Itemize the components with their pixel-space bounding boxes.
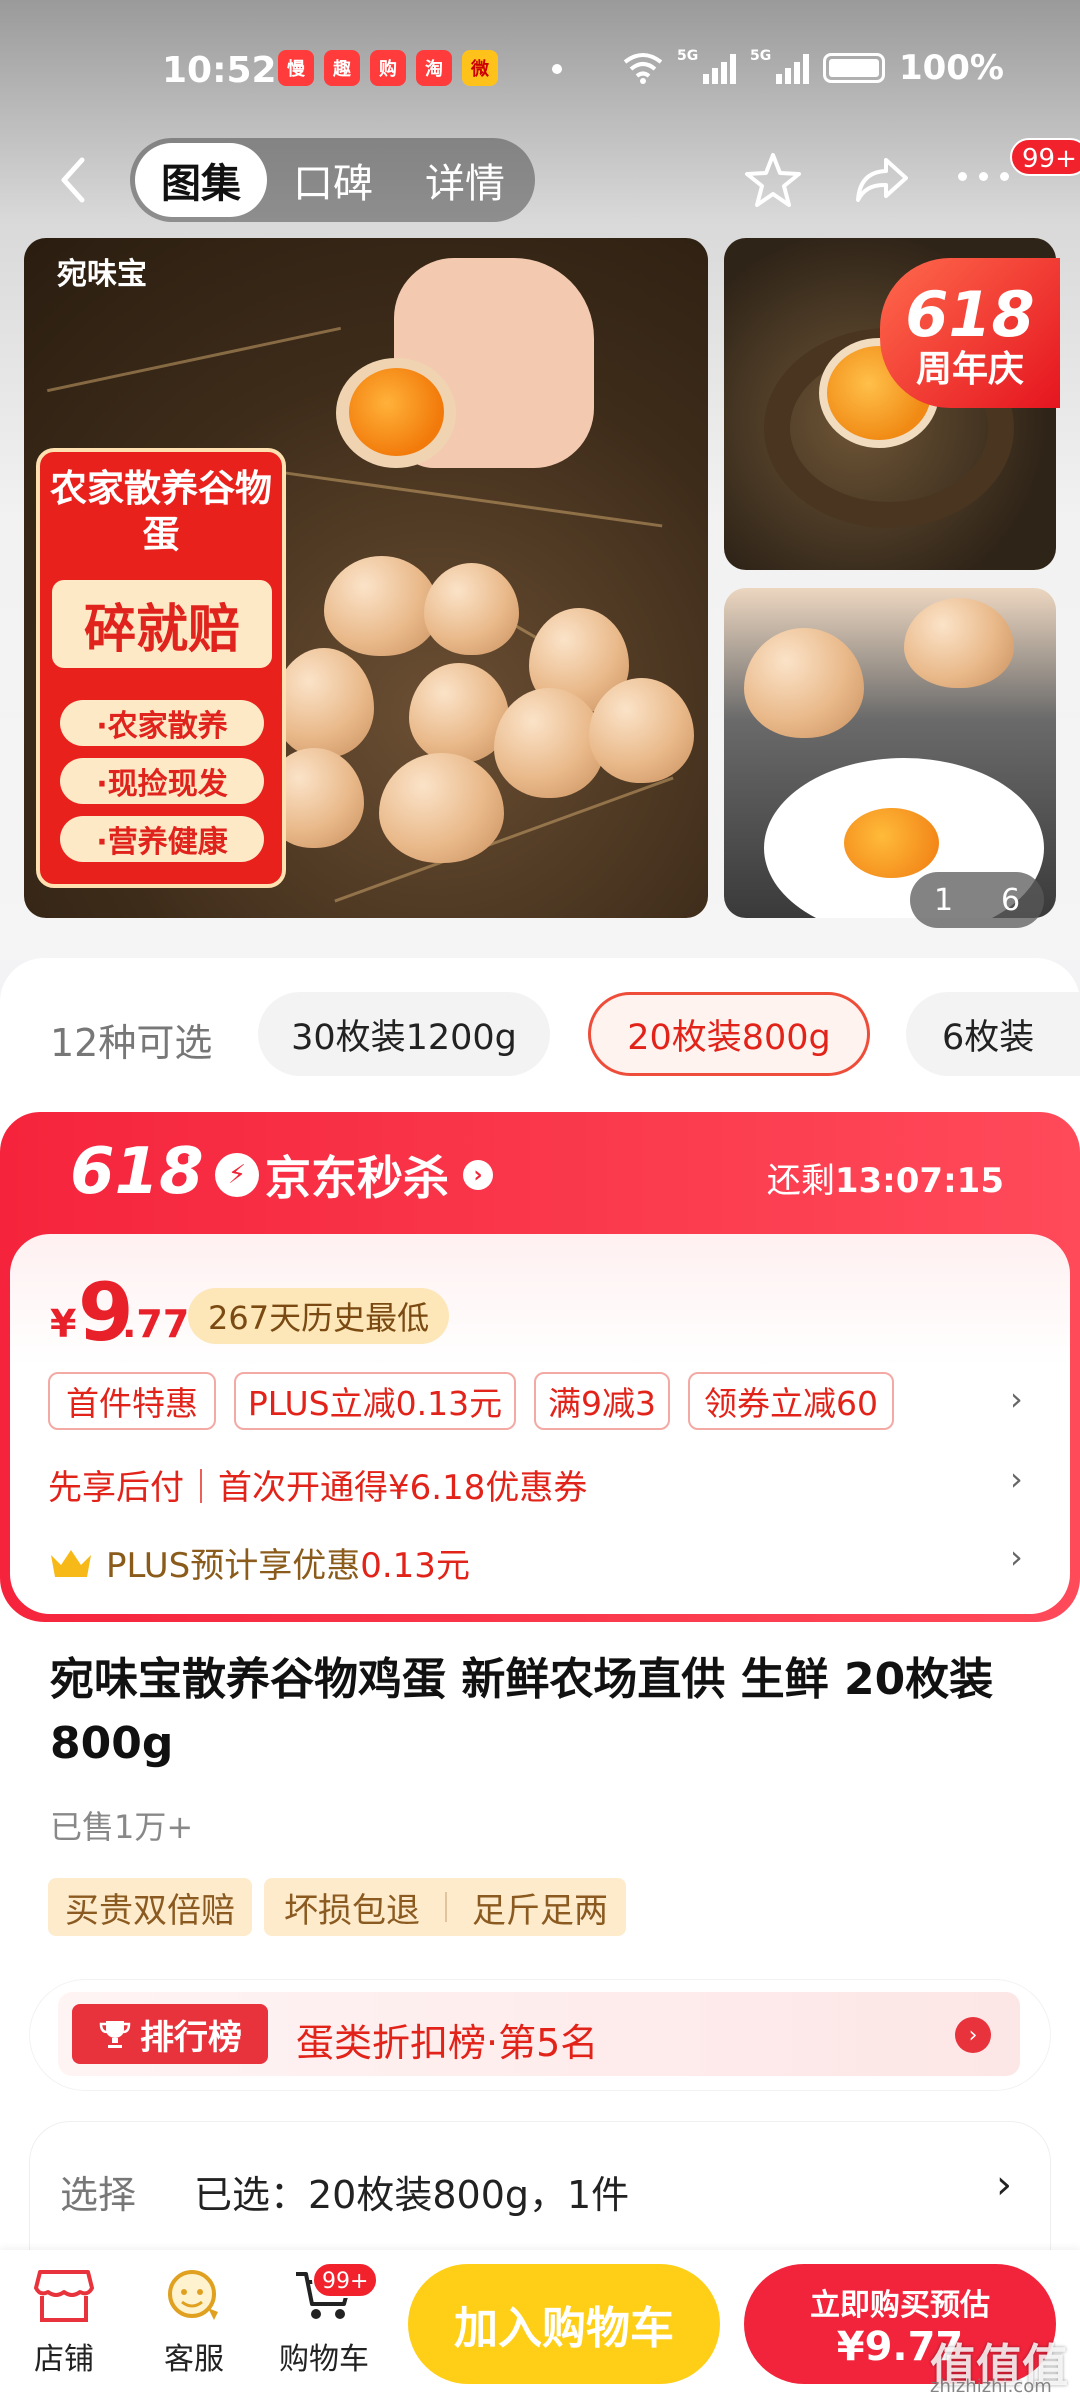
ranking-text: 蛋类折扣榜·第5名 [296, 2021, 599, 2065]
chevron-right-icon[interactable]: › [955, 2017, 991, 2053]
promo-highlight: 碎就赔 [52, 580, 272, 668]
notification-dot-icon [552, 64, 562, 74]
trophy-icon [99, 2021, 131, 2048]
app-notification-icon: 慢 [278, 50, 314, 86]
spec-option[interactable]: 30枚装1200g [258, 992, 550, 1076]
tab-details[interactable]: 详情 [399, 143, 531, 217]
notification-app-icons: 慢 趣 购 淘 微 [278, 50, 498, 86]
status-right-group: 5G 5G 100% [623, 48, 1004, 88]
watermark-url: zhizhizhi.com [930, 2376, 1052, 2397]
brand-logo: 宛味宝 [57, 257, 147, 292]
customer-service-icon [168, 2270, 218, 2320]
signal-5g-icon: 5G [750, 48, 809, 84]
app-notification-icon: 购 [370, 50, 406, 86]
store-icon [34, 2270, 94, 2322]
countdown: 还剩13:07:15 [766, 1161, 1004, 1201]
plus-discount-row[interactable]: PLUS预计享优惠0.13元 [48, 1538, 470, 1587]
status-time: 10:52 [162, 50, 277, 91]
battery-percent: 100% [898, 48, 1004, 88]
chevron-left-icon [61, 157, 85, 203]
divider [445, 1892, 447, 1922]
share-button[interactable] [852, 152, 912, 212]
more-badge: 99+ [1010, 138, 1080, 176]
promo-item: ·现捡现发 [60, 758, 264, 804]
main-product-image[interactable]: 宛味宝 农家散养谷物蛋 碎就赔 ·农家散养 ·现捡现发 ·营养健康 [24, 238, 708, 918]
flash-sale-event: 618 [70, 1135, 204, 1209]
egg-yolk-image [349, 368, 444, 456]
more-button[interactable] [958, 172, 1009, 181]
offer-tag[interactable]: 首件特惠 [48, 1372, 216, 1430]
price-decimal: .77 [122, 1302, 190, 1346]
status-bar: 10:52 慢 趣 购 淘 微 5G 5G 100% [0, 0, 1080, 140]
promo-item: ·农家散养 [60, 700, 264, 746]
offer-tag[interactable]: 领券立减60 [688, 1372, 894, 1430]
app-notification-icon: 微 [462, 50, 498, 86]
product-title: 宛味宝散养谷物鸡蛋 新鲜农场直供 生鲜 20枚装800g [50, 1654, 994, 1769]
offer-tag[interactable]: PLUS立减0.13元 [234, 1372, 516, 1430]
share-icon [856, 158, 908, 202]
spec-option[interactable]: 6枚装 [906, 992, 1080, 1076]
history-low-badge: 267天历史最低 [188, 1288, 450, 1344]
cart-badge: 99+ [312, 2262, 379, 2298]
store-button[interactable]: 店铺 [4, 2268, 124, 2378]
app-notification-icon: 趣 [324, 50, 360, 86]
back-button[interactable] [52, 150, 92, 210]
lightning-icon: ⚡ [215, 1153, 259, 1197]
star-icon [745, 153, 801, 207]
price-currency: ¥ [50, 1302, 77, 1346]
favorite-button[interactable] [742, 150, 804, 216]
service-tag[interactable]: 买贵双倍赔 [48, 1878, 252, 1936]
pay-later-row[interactable]: 先享后付｜首次开通得¥6.18优惠券 [48, 1460, 587, 1509]
tab-reviews[interactable]: 口碑 [267, 143, 399, 217]
spec-count-label: 12种可选 [50, 1021, 213, 1065]
flash-sale-link[interactable]: ⚡ 京东秒杀 › [215, 1142, 493, 1208]
egg-yolk-image [844, 808, 939, 878]
gallery-thumbnail[interactable] [724, 588, 1056, 918]
wifi-icon [623, 53, 663, 84]
egg-image [904, 598, 1014, 688]
promo-title: 农家散养谷物蛋 [50, 467, 272, 556]
divider [188, 1156, 191, 1190]
egg-image [744, 628, 864, 738]
service-tag-label: 坏损包退 [284, 1890, 420, 1931]
chevron-right-icon[interactable]: › [1010, 1380, 1023, 1418]
spec-option-selected[interactable]: 20枚装800g [588, 992, 870, 1076]
service-tag-label: 足斤足两 [472, 1890, 608, 1931]
signal-5g-icon: 5G [677, 48, 736, 84]
anniversary-618-badge: 618 周年庆 [880, 258, 1060, 408]
add-to-cart-button[interactable]: 加入购物车 [408, 2264, 720, 2384]
dot-icon [1000, 172, 1009, 181]
sold-count: 已售1万+ [50, 1808, 194, 1846]
offer-tag[interactable]: 满9减3 [534, 1372, 670, 1430]
crown-icon [51, 1549, 91, 1577]
customer-service-button[interactable]: 客服 [134, 2268, 254, 2378]
chevron-right-icon: › [463, 1160, 493, 1190]
dot-icon [958, 172, 967, 181]
chevron-right-icon[interactable]: › [996, 2162, 1012, 2208]
chevron-right-icon[interactable]: › [1010, 1538, 1023, 1576]
dot-icon [979, 172, 988, 181]
battery-icon [822, 53, 885, 83]
ranking-badge: 排行榜 [72, 2004, 268, 2064]
promo-panel: 农家散养谷物蛋 碎就赔 ·农家散养 ·现捡现发 ·营养健康 [36, 448, 286, 888]
gallery-page-indicator: 16 [910, 872, 1044, 928]
app-notification-icon: 淘 [416, 50, 452, 86]
promo-item: ·营养健康 [60, 816, 264, 862]
chevron-right-icon[interactable]: › [1010, 1460, 1023, 1498]
nav-tabs: 图集 口碑 详情 [130, 138, 535, 222]
flash-sale-brand: 京东秒杀 [265, 1151, 449, 1205]
selection-value: 已选：20枚装800g，1件 [194, 2173, 630, 2217]
selection-label: 选择 [60, 2173, 137, 2217]
tab-gallery[interactable]: 图集 [135, 143, 267, 217]
